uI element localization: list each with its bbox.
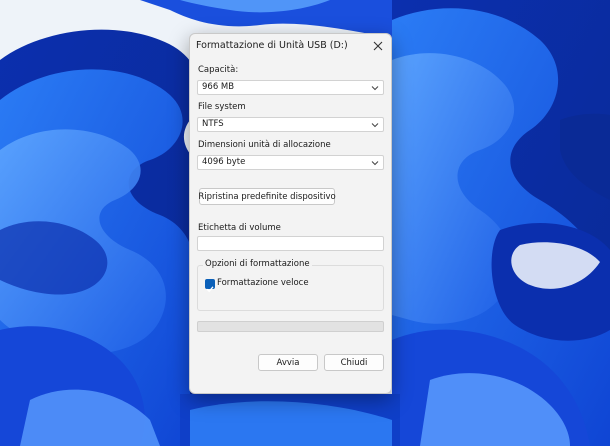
volume-label-input[interactable]	[197, 236, 384, 251]
format-options-group: Opzioni di formattazione Formattazione v…	[197, 259, 384, 311]
chevron-down-icon	[371, 161, 379, 166]
filesystem-label: File system	[198, 102, 246, 112]
close-dialog-button[interactable]	[369, 37, 387, 55]
capacity-label: Capacità:	[198, 65, 239, 75]
start-button[interactable]: Avvia	[258, 354, 318, 371]
format-progress-bar	[197, 321, 384, 332]
checkmark-icon	[206, 286, 214, 293]
quick-format-label: Formattazione veloce	[217, 278, 309, 288]
filesystem-value: NTFS	[202, 119, 224, 129]
volume-label-caption: Etichetta di volume	[198, 223, 281, 233]
restore-defaults-button[interactable]: Ripristina predefinite dispositivo	[198, 188, 336, 205]
format-dialog: Formattazione di Unità USB (D:) Capacità…	[189, 33, 392, 394]
dialog-title: Formattazione di Unità USB (D:)	[196, 40, 348, 51]
allocation-select[interactable]: 4096 byte	[197, 155, 384, 170]
close-button[interactable]: Chiudi	[324, 354, 384, 371]
quick-format-checkbox[interactable]	[205, 279, 215, 293]
filesystem-select[interactable]: NTFS	[197, 117, 384, 132]
chevron-down-icon	[371, 86, 379, 91]
format-options-legend: Opzioni di formattazione	[203, 259, 312, 269]
capacity-value: 966 MB	[202, 82, 235, 92]
close-icon	[373, 41, 383, 51]
allocation-label: Dimensioni unità di allocazione	[198, 140, 331, 150]
capacity-select[interactable]: 966 MB	[197, 80, 384, 95]
chevron-down-icon	[371, 123, 379, 128]
allocation-value: 4096 byte	[202, 157, 246, 167]
dialog-titlebar[interactable]: Formattazione di Unità USB (D:)	[190, 34, 391, 58]
